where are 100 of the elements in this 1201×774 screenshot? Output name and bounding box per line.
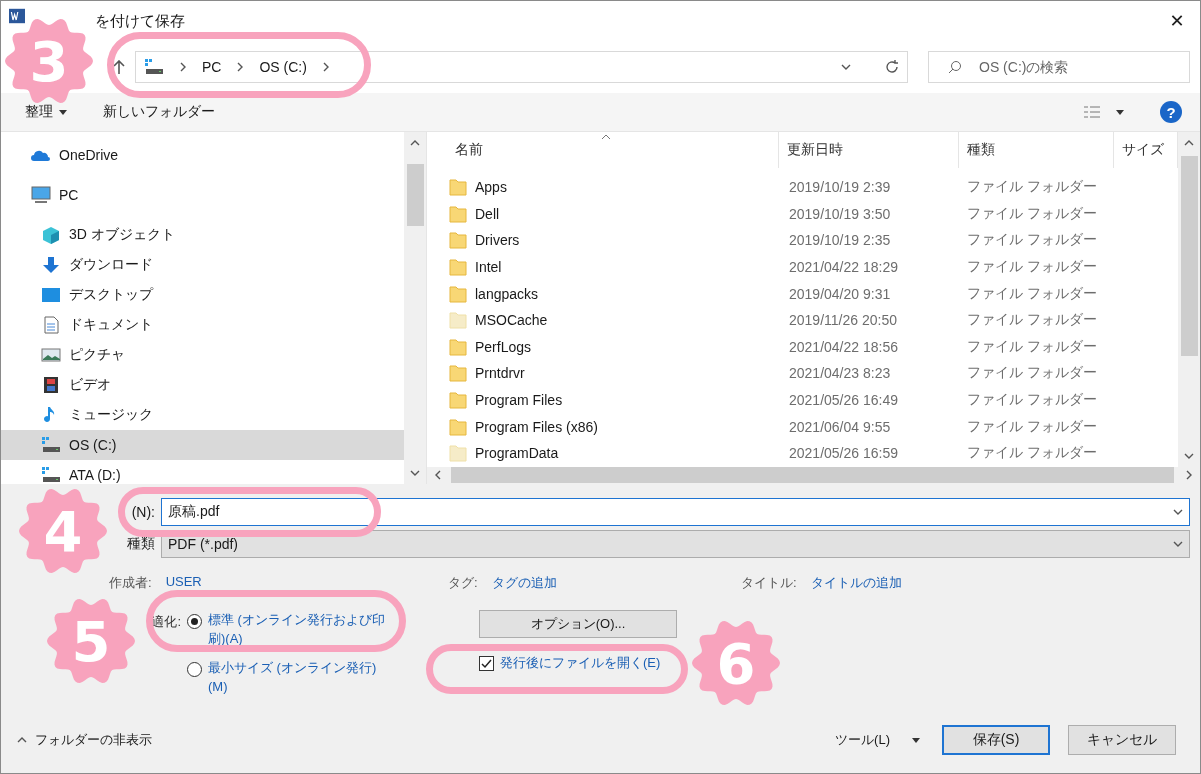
scrollbar-thumb[interactable] — [1180, 156, 1198, 356]
checkbox-label[interactable]: 発行後にファイルを開く(E) — [500, 654, 661, 672]
search-field[interactable]: OS (C:)の検索 — [928, 51, 1190, 83]
refresh-icon[interactable] — [885, 60, 899, 74]
modified-date: 2019/11/26 20:50 — [789, 312, 897, 329]
folder-icon — [449, 258, 467, 277]
save-button[interactable]: 保存(S) — [942, 725, 1050, 755]
scrollbar[interactable] — [1178, 132, 1200, 467]
nav-item[interactable]: ピクチャ — [1, 340, 404, 370]
tools-button[interactable]: ツール(L) — [835, 731, 920, 749]
file-row[interactable]: Dell 2019/10/19 3:50 ファイル フォルダー — [427, 200, 1178, 228]
file-type: ファイル フォルダー — [967, 258, 1097, 277]
file-row[interactable]: Program Files 2021/05/26 16:49 ファイル フォルダー — [427, 386, 1178, 414]
file-row[interactable]: Drivers 2019/10/19 2:35 ファイル フォルダー — [427, 227, 1178, 254]
view-options-icon[interactable] — [1084, 106, 1124, 118]
meta-value[interactable]: USER — [165, 574, 202, 592]
breadcrumb[interactable]: PC — [202, 59, 222, 75]
file-type: ファイル フォルダー — [967, 204, 1097, 223]
hide-folders-button[interactable]: フォルダーの非表示 — [17, 731, 152, 749]
drive-icon — [144, 58, 164, 76]
radio-button[interactable] — [187, 614, 202, 629]
monitor-icon — [31, 186, 51, 204]
file-type-select[interactable]: PDF (*.pdf) — [161, 530, 1190, 558]
scroll-down-icon — [410, 468, 420, 478]
drive-icon — [41, 466, 61, 484]
sort-caret-icon — [601, 134, 611, 140]
file-row[interactable]: Intel 2021/04/22 18:29 ファイル フォルダー — [427, 253, 1178, 281]
folder-icon — [449, 284, 467, 303]
nav-item[interactable]: OneDrive — [1, 140, 404, 170]
modified-date: 2021/05/26 16:59 — [789, 445, 898, 462]
column-header[interactable]: 名前 — [449, 132, 779, 168]
options-button[interactable]: オプション(O)... — [479, 610, 677, 638]
caret-icon — [912, 737, 920, 743]
nav-item[interactable]: OS (C:) — [1, 430, 404, 460]
desktop-icon — [41, 286, 61, 304]
breadcrumb[interactable]: OS (C:) — [259, 59, 307, 75]
meta-value[interactable]: タイトルの追加 — [810, 574, 902, 592]
modified-date: 2019/04/20 9:31 — [789, 285, 891, 302]
nav-item[interactable]: ATA (D:) — [1, 460, 404, 484]
file-name: MSOCache — [475, 312, 548, 329]
file-name: Program Files — [475, 392, 563, 409]
drive-icon — [41, 436, 61, 454]
folder-icon — [449, 204, 467, 223]
file-row[interactable]: MSOCache 2019/11/26 20:50 ファイル フォルダー — [427, 306, 1178, 334]
folder-icon — [449, 391, 467, 410]
help-button[interactable]: ? — [1160, 101, 1182, 123]
optimize-label: 適化: — [151, 613, 181, 631]
nav-item[interactable]: ドキュメント — [1, 310, 404, 340]
file-type: ファイル フォルダー — [967, 417, 1097, 436]
file-row[interactable]: ProgramData 2021/05/26 16:59 ファイル フォルダー — [427, 439, 1178, 467]
folder-icon — [449, 178, 467, 197]
new-folder-button[interactable]: 新しいフォルダー — [103, 103, 215, 121]
window-title: を付けて保存 — [95, 11, 185, 31]
checkbox[interactable] — [479, 655, 494, 671]
file-type: ファイル フォルダー — [967, 337, 1097, 356]
file-type: ファイル フォルダー — [967, 391, 1097, 410]
cube-icon — [41, 226, 61, 244]
close-button[interactable]: ✕ — [1154, 1, 1200, 41]
search-icon — [948, 60, 962, 74]
file-row[interactable]: Apps 2019/10/19 2:39 ファイル フォルダー — [427, 174, 1178, 201]
column-header[interactable]: 種類 — [959, 132, 1114, 168]
meta-value[interactable]: タグの追加 — [491, 574, 557, 592]
app-icon — [9, 8, 25, 24]
cancel-button[interactable]: キャンセル — [1068, 725, 1176, 755]
modified-date: 2019/10/19 3:50 — [789, 205, 891, 222]
nav-item[interactable]: ビデオ — [1, 370, 404, 400]
modified-date: 2021/04/22 18:29 — [789, 259, 898, 276]
file-row[interactable]: langpacks 2019/04/20 9:31 ファイル フォルダー — [427, 280, 1178, 307]
download-icon — [41, 256, 61, 274]
file-row[interactable]: PerfLogs 2021/04/22 18:56 ファイル フォルダー — [427, 333, 1178, 361]
folder-icon — [449, 364, 467, 383]
scroll-up-icon — [410, 138, 420, 148]
scroll-up-icon — [1184, 138, 1194, 148]
file-name: ProgramData — [475, 445, 559, 462]
file-name: langpacks — [475, 285, 539, 302]
modified-date: 2021/04/23 8:23 — [789, 365, 891, 382]
organize-button[interactable]: 整理 — [25, 103, 67, 121]
caret-icon — [17, 735, 27, 745]
nav-item[interactable]: PC — [1, 180, 404, 210]
dropdown-icon — [1173, 507, 1183, 517]
file-row[interactable]: Program Files (x86) 2021/06/04 9:55 ファイル フォルダー — [427, 413, 1178, 440]
nav-item[interactable]: 3D オブジェクト — [1, 220, 404, 250]
scrollbar[interactable] — [404, 132, 426, 484]
column-header[interactable]: 更新日時 — [779, 132, 959, 168]
nav-item[interactable]: デスクトップ — [1, 280, 404, 310]
file-type: ファイル フォルダー — [967, 444, 1097, 463]
radio-button[interactable] — [187, 662, 202, 677]
up-arrow-icon[interactable] — [113, 60, 125, 74]
radio-label[interactable]: 最小サイズ (オンライン発行)(M) — [208, 658, 388, 696]
file-type: ファイル フォルダー — [967, 364, 1097, 383]
nav-item[interactable]: ダウンロード — [1, 250, 404, 280]
filename-field[interactable]: 原稿.pdf — [161, 498, 1190, 526]
file-name: PerfLogs — [475, 338, 532, 355]
address-bar[interactable]: PC OS (C:) — [135, 51, 908, 83]
scrollbar-thumb[interactable] — [406, 164, 424, 226]
nav-item[interactable]: ミュージック — [1, 400, 404, 430]
dropdown-icon — [841, 62, 851, 72]
dropdown-icon — [1173, 539, 1183, 549]
checkmark-icon — [481, 657, 492, 669]
file-row[interactable]: Prntdrvr 2021/04/23 8:23 ファイル フォルダー — [427, 360, 1178, 387]
